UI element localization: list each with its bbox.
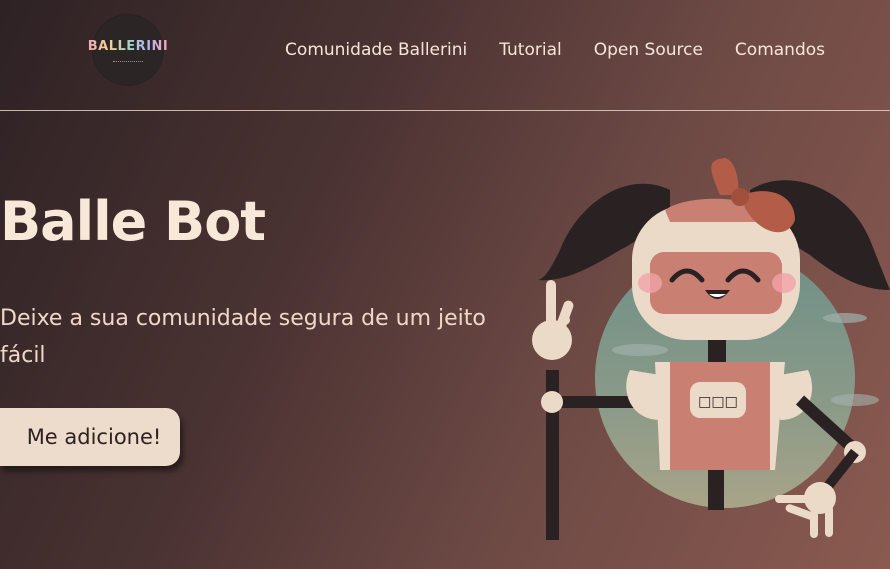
hero-title: Balle Bot (0, 190, 266, 253)
logo-text: BALLERINI (87, 38, 169, 54)
nav-link-comunidade[interactable]: Comunidade Ballerini (285, 40, 467, 60)
bow-knot (731, 188, 749, 206)
cheek-right (772, 273, 796, 293)
logo-signature (113, 57, 143, 62)
neck (708, 340, 726, 365)
chest-display-text: □□□ (698, 394, 738, 410)
cloud (831, 394, 879, 406)
hero-subtitle: Deixe a sua comunidade segura de um jeit… (0, 306, 486, 368)
nav-link-comandos[interactable]: Comandos (735, 40, 825, 60)
top-nav: BALLERINI Comunidade Ballerini Tutorial … (0, 0, 890, 111)
bow-left (711, 158, 739, 195)
robot-illustration: □□□ (532, 158, 890, 540)
nav-links: Comunidade Ballerini Tutorial Open Sourc… (285, 40, 825, 60)
add-bot-button[interactable]: Me adicione! (0, 408, 180, 466)
ballerini-logo[interactable]: BALLERINI (88, 15, 168, 85)
cheek-left (638, 273, 662, 293)
cloud (612, 344, 668, 356)
nav-link-tutorial[interactable]: Tutorial (499, 40, 562, 60)
face-screen (650, 252, 782, 314)
cloud (823, 313, 867, 323)
nav-link-open-source[interactable]: Open Source (594, 40, 703, 60)
leg (708, 470, 724, 510)
